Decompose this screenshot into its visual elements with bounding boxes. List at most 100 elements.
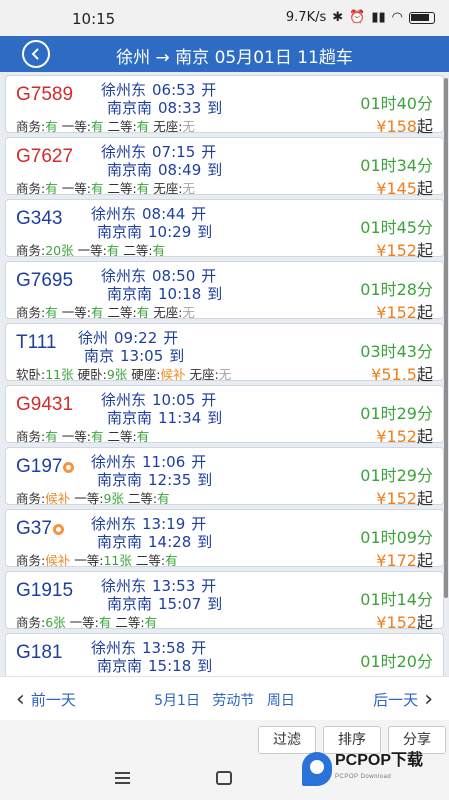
train-number: G7627 xyxy=(16,146,73,168)
price-suffix: 起 xyxy=(416,613,433,632)
seat-class-label: 无座: xyxy=(153,181,183,196)
wifi-icon: ◠ xyxy=(391,10,403,25)
seat-class-label: 二等: xyxy=(107,181,137,196)
seat-class-label: 二等: xyxy=(135,553,166,568)
seat-availability: 商务:候补 一等:11张 二等:有 xyxy=(16,550,178,569)
seat-class: 无座:无 xyxy=(153,305,195,320)
status-time: 10:15 xyxy=(72,10,116,28)
arrival-row: 南京南 15:07 到 xyxy=(101,595,222,613)
seat-class-value: 有 xyxy=(165,553,178,568)
seat-class: 二等:有 xyxy=(115,615,157,630)
header-bar: 徐州 → 南京 05月01日 11趟车 xyxy=(0,36,449,72)
seat-class-label: 商务: xyxy=(16,491,46,506)
share-button[interactable]: 分享 xyxy=(388,726,446,754)
dep-word: 开 xyxy=(191,639,207,657)
dep-station: 徐州东 xyxy=(91,453,137,471)
train-number-text: G37 xyxy=(16,518,52,539)
seat-class-value: 有 xyxy=(90,305,104,320)
dep-word: 开 xyxy=(201,577,217,595)
seat-class-value: 有 xyxy=(90,119,104,134)
menu-icon[interactable] xyxy=(115,772,130,784)
departure-row: 徐州东 07:15 开 xyxy=(101,143,222,161)
seat-class-label: 二等: xyxy=(123,243,153,258)
seat-class-value: 有 xyxy=(136,429,150,444)
seat-class-label: 无座: xyxy=(153,119,183,134)
train-list[interactable]: G7589 徐州东 06:53 开南京南 08:33 到 01时40分 商务:有 一等:有 二等:… xyxy=(0,72,449,676)
arr-station: 南京南 xyxy=(107,409,153,427)
next-day-button[interactable]: 后一天 › xyxy=(373,688,433,710)
train-card[interactable]: G343 徐州东 08:44 开南京南 10:29 到 01时45分 商务:20张 一等:有 二等… xyxy=(5,199,444,260)
ticket-price: ¥158起 xyxy=(376,113,433,137)
seat-class-label: 无座: xyxy=(189,367,219,382)
seat-class-label: 一等: xyxy=(77,243,107,258)
train-number-text: G197 xyxy=(16,456,63,477)
train-times: 徐州东 07:15 开南京南 08:49 到 xyxy=(101,143,222,179)
dep-word: 开 xyxy=(201,81,217,99)
train-card[interactable]: G1915 徐州东 13:53 开南京南 15:07 到 01时14分 商务:6张 一等:有 二等… xyxy=(5,571,444,632)
departure-row: 徐州 09:22 开 xyxy=(78,329,184,347)
dep-word: 开 xyxy=(201,143,217,161)
seat-class-value: 11张 xyxy=(45,367,74,382)
seat-class-value: 有 xyxy=(90,181,104,196)
filter-button[interactable]: 过滤 xyxy=(258,726,316,754)
trip-duration: 01时28分 xyxy=(360,280,433,299)
seat-class-label: 商务: xyxy=(16,429,46,444)
price-value: ¥152 xyxy=(376,489,417,508)
train-times: 徐州东 13:53 开南京南 15:07 到 xyxy=(101,577,222,613)
train-number-text: G181 xyxy=(16,642,63,663)
train-card[interactable]: G37 徐州东 13:19 开南京南 14:28 到 01时09分 商务:候补 一等:11张 二等… xyxy=(5,509,444,570)
arr-station: 南京南 xyxy=(107,99,153,117)
date-bar: ‹ 前一天 5月1日 劳动节 周日 后一天 › xyxy=(0,676,449,720)
seat-class: 二等:有 xyxy=(107,305,149,320)
seat-class-value: 有 xyxy=(136,181,150,196)
seat-class: 软卧:11张 xyxy=(16,367,74,382)
dep-station: 徐州东 xyxy=(91,515,137,533)
train-card[interactable]: G197 徐州东 11:06 开南京南 12:35 到 01时29分 商务:候补 一等:9张 二等… xyxy=(5,447,444,508)
sort-button[interactable]: 排序 xyxy=(323,726,381,754)
train-times: 徐州 09:22 开南京 13:05 到 xyxy=(78,329,184,365)
arrival-row: 南京 13:05 到 xyxy=(78,347,184,365)
seat-class-value: 有 xyxy=(90,429,104,444)
dep-word: 开 xyxy=(191,453,207,471)
scrollbar[interactable] xyxy=(444,78,448,598)
ticket-price: ¥145起 xyxy=(376,175,433,199)
train-number: G9431 xyxy=(16,394,73,416)
arrival-row: 南京南 11:34 到 xyxy=(101,409,222,427)
arrival-row: 南京南 08:33 到 xyxy=(101,99,222,117)
train-times: 徐州东 08:44 开南京南 10:29 到 xyxy=(91,205,212,241)
train-card[interactable]: G7695 徐州东 08:50 开南京南 10:18 到 01时28分 商务:有 一等:有 二等:… xyxy=(5,261,444,322)
train-card[interactable]: G181 徐州东 13:58 开南京南 15:18 到 01时20分 xyxy=(5,633,444,676)
train-times: 徐州东 10:05 开南京南 11:34 到 xyxy=(101,391,222,427)
home-icon[interactable] xyxy=(216,771,232,785)
trip-duration: 01时14分 xyxy=(360,590,433,609)
seat-class-label: 硬卧: xyxy=(77,367,107,382)
departure-row: 徐州东 11:06 开 xyxy=(91,453,212,471)
seat-availability: 商务:20张 一等:有 二等:有 xyxy=(16,240,165,259)
seat-availability: 软卧:11张 硬卧:9张 硬座:候补 无座:无 xyxy=(16,364,231,383)
seat-class: 一等:有 xyxy=(62,429,104,444)
seat-class-value: 9张 xyxy=(106,367,128,382)
arr-word: 到 xyxy=(197,533,213,551)
train-card[interactable]: G7627 徐州东 07:15 开南京南 08:49 到 01时34分 商务:有 一等:有 二等:… xyxy=(5,137,444,198)
train-times: 徐州东 13:58 开南京南 15:18 到 xyxy=(91,639,212,675)
price-value: ¥158 xyxy=(376,117,417,136)
train-card[interactable]: T111 徐州 09:22 开南京 13:05 到 03时43分 软卧:11张 硬卧:9张 硬座:… xyxy=(5,323,444,384)
departure-row: 徐州东 06:53 开 xyxy=(101,81,222,99)
train-number: T111 xyxy=(16,332,57,354)
seat-availability: 商务:有 一等:有 二等:有 无座:无 xyxy=(16,178,195,197)
seat-class-label: 一等: xyxy=(61,305,91,320)
seat-class-value: 11张 xyxy=(103,553,132,568)
arr-time: 08:49 xyxy=(158,161,202,179)
seat-availability: 商务:有 一等:有 二等:有 xyxy=(16,426,149,445)
seat-class: 二等:有 xyxy=(107,429,149,444)
train-card[interactable]: G7589 徐州东 06:53 开南京南 08:33 到 01时40分 商务:有 一等:有 二等:… xyxy=(5,75,444,136)
trip-duration: 01时29分 xyxy=(360,404,433,423)
departure-row: 徐州东 13:58 开 xyxy=(91,639,212,657)
watermark-text: PCPOP下载 PCPOP Download xyxy=(335,753,423,785)
trip-duration: 01时40分 xyxy=(360,94,433,113)
train-card[interactable]: G9431 徐州东 10:05 开南京南 11:34 到 01时29分 商务:有 一等:有 二等:… xyxy=(5,385,444,446)
watermark-title: PCPOP下载 xyxy=(335,752,424,769)
date-label: 5月1日 xyxy=(154,693,200,709)
seat-class-label: 一等: xyxy=(74,553,104,568)
arr-time: 08:33 xyxy=(158,99,202,117)
